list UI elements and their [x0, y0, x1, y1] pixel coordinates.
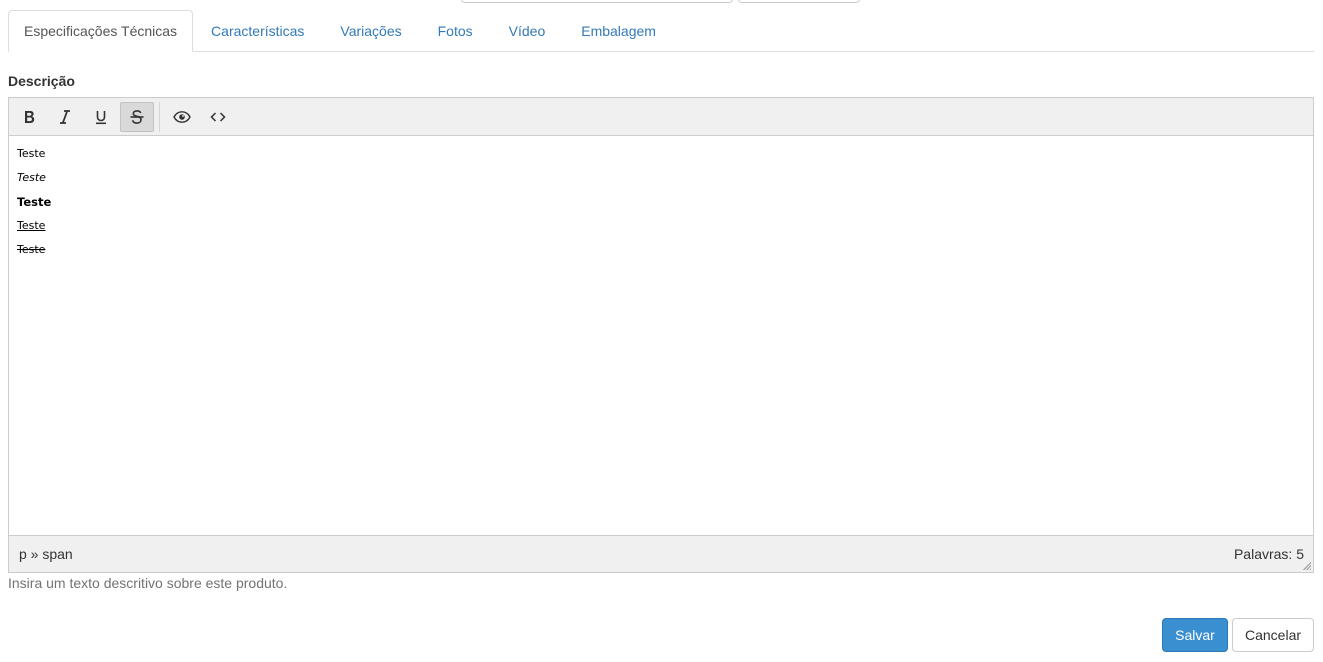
editor-toolbar	[9, 98, 1313, 136]
cancel-button[interactable]: Cancelar	[1232, 618, 1314, 652]
italic-icon	[60, 109, 70, 124]
word-count: Palavras: 5	[1233, 546, 1304, 562]
preview-eye-icon	[173, 110, 191, 123]
content-line-underline: Teste	[17, 216, 1305, 240]
top-button-remnant[interactable]	[738, 0, 860, 3]
tab-especificacoes-tecnicas[interactable]: Especificações Técnicas	[8, 10, 194, 52]
underline-button[interactable]	[84, 102, 118, 132]
rich-text-editor: Teste Teste Teste Teste Teste p » span P…	[8, 97, 1314, 573]
content-line-strike: Teste	[17, 240, 1305, 264]
editor-content-area[interactable]: Teste Teste Teste Teste Teste	[9, 136, 1313, 536]
description-label: Descrição	[8, 73, 75, 89]
resize-handle-icon[interactable]	[1302, 561, 1311, 570]
element-path[interactable]: p » span	[19, 546, 73, 562]
tab-variacoes[interactable]: Variações	[322, 10, 419, 52]
description-help-text: Insira um texto descritivo sobre este pr…	[8, 575, 288, 591]
tab-caracteristicas[interactable]: Características	[193, 10, 322, 52]
strike-text: Teste	[17, 243, 46, 256]
top-select-remnant[interactable]	[461, 0, 733, 3]
product-tabs: Especificações Técnicas Características …	[8, 10, 1314, 52]
bold-icon	[25, 110, 35, 123]
toolbar-separator	[159, 101, 160, 132]
tab-video[interactable]: Vídeo	[491, 10, 564, 52]
code-view-icon	[210, 111, 226, 122]
save-button[interactable]: Salvar	[1162, 618, 1228, 652]
tab-embalagem[interactable]: Embalagem	[563, 10, 674, 52]
editor-statusbar: p » span Palavras: 5	[9, 535, 1313, 572]
strikethrough-button[interactable]	[120, 101, 154, 132]
tab-fotos[interactable]: Fotos	[420, 10, 491, 52]
code-view-button[interactable]	[201, 102, 235, 132]
content-line-normal: Teste	[17, 147, 46, 160]
underline-icon	[96, 110, 106, 124]
bold-button[interactable]	[12, 102, 46, 132]
content-line-italic: Teste	[17, 171, 46, 184]
preview-button[interactable]	[165, 102, 199, 132]
underline-text: Teste	[17, 219, 46, 232]
strikethrough-icon	[130, 109, 144, 124]
content-line-bold: Teste	[17, 195, 52, 209]
top-controls-remnant	[0, 0, 1323, 4]
italic-button[interactable]	[48, 102, 82, 132]
